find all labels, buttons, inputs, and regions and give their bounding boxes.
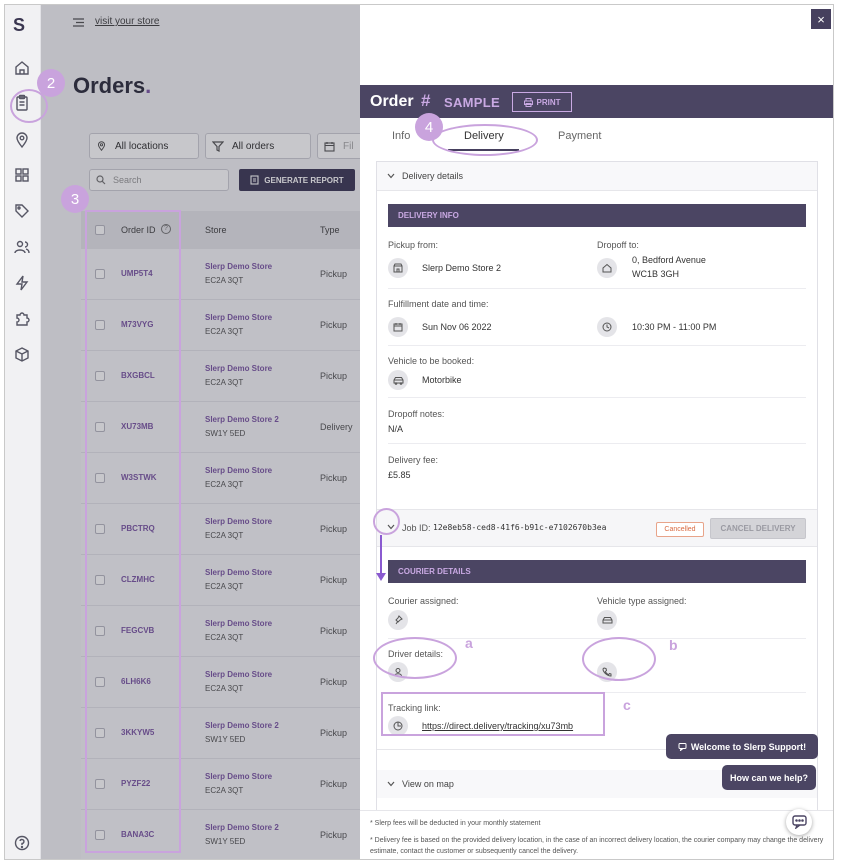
support-icon	[678, 742, 691, 751]
puzzle-icon[interactable]	[13, 310, 31, 328]
annotation-letter-b: b	[669, 637, 678, 653]
print-button[interactable]: PRINT	[512, 92, 572, 112]
divider	[388, 638, 806, 639]
print-label: PRINT	[536, 97, 561, 107]
order-title: Order	[370, 93, 414, 110]
tab-info[interactable]: Info	[392, 130, 410, 142]
annotation-letter-c: c	[623, 697, 631, 713]
delivery-fee-label: Delivery fee:	[388, 455, 439, 465]
car-icon	[597, 610, 617, 630]
job-id-value: 12e8eb58-ced8-41f6-b91c-e7102670b3ea	[433, 523, 607, 532]
chevron-down-icon	[387, 173, 402, 179]
printer-icon	[523, 97, 537, 107]
pickup-label: Pickup from:	[388, 240, 439, 250]
support-help-text: How can we help?	[729, 772, 808, 783]
tab-payment[interactable]: Payment	[558, 130, 601, 142]
pin-icon	[388, 610, 408, 630]
annotation-ring-delivery-tab	[432, 124, 538, 156]
fulfillment-label: Fulfillment date and time:	[388, 299, 489, 309]
annotation-marker-2: 2	[37, 69, 65, 97]
tag-icon[interactable]	[13, 202, 31, 220]
support-welcome-text: Welcome to Slerp Support!	[690, 741, 807, 752]
annotation-marker-3: 3	[61, 185, 89, 213]
close-icon: ×	[817, 11, 825, 27]
annotation-ring-job-chevron	[373, 508, 400, 535]
grid-icon[interactable]	[13, 166, 31, 184]
annotation-arrow	[380, 535, 382, 575]
delivery-details-toggle[interactable]: Delivery details	[377, 162, 817, 190]
job-id-label: Job ID:	[402, 523, 431, 533]
order-hash: #	[421, 91, 431, 110]
home-icon[interactable]	[13, 59, 31, 77]
delivery-fee-value: £5.85	[388, 470, 411, 480]
footer: * Slerp fees will be deducted in your mo…	[360, 810, 833, 859]
vehicle-type-label: Vehicle type assigned:	[597, 596, 687, 606]
divider	[388, 443, 806, 444]
pickup-value: Slerp Demo Store 2	[422, 263, 502, 273]
dropoff-label: Dropoff to:	[597, 240, 639, 250]
support-welcome-bubble[interactable]: Welcome to Slerp Support!	[666, 734, 818, 759]
box-icon[interactable]	[13, 346, 31, 364]
footnote-fees: * Slerp fees will be deducted in your mo…	[370, 820, 541, 827]
dropoff-notes-value: N/A	[388, 424, 404, 434]
courier-assigned-label: Courier assigned:	[388, 596, 459, 606]
dropoff-line2: WC1B 3GH	[632, 269, 680, 279]
vehicle-label: Vehicle to be booked:	[388, 356, 475, 366]
calendar-icon	[388, 317, 408, 337]
close-button[interactable]: ×	[811, 9, 831, 29]
clock-icon	[597, 317, 617, 337]
dropoff-notes-label: Dropoff notes:	[388, 409, 445, 419]
date-value: Sun Nov 06 2022	[422, 322, 492, 332]
order-number: SAMPLE	[444, 95, 500, 110]
store-icon	[388, 258, 408, 278]
vehicle-value: Motorbike	[422, 375, 462, 385]
location-pin-icon[interactable]	[13, 131, 31, 149]
chat-icon	[791, 815, 807, 829]
time-value: 10:30 PM - 11:00 PM	[632, 322, 717, 332]
divider	[388, 288, 806, 289]
lightning-icon[interactable]	[13, 274, 31, 292]
help-icon[interactable]	[13, 834, 31, 852]
slerp-logo[interactable]: S	[13, 15, 25, 36]
annotation-box-tracking-link	[381, 692, 605, 736]
chevron-down-icon	[387, 781, 402, 787]
vehicle-icon	[388, 370, 408, 390]
cancel-delivery-button[interactable]: CANCEL DELIVERY	[710, 518, 806, 539]
dropoff-line1: 0, Bedford Avenue	[632, 255, 706, 265]
users-icon[interactable]	[13, 238, 31, 256]
footnote-delivery: * Delivery fee is based on the provided …	[370, 837, 824, 855]
annotation-ring-phone	[582, 637, 656, 681]
job-bar: Job ID: 12e8eb58-ced8-41f6-b91c-e7102670…	[377, 509, 817, 547]
annotation-ring-driver-details	[373, 637, 457, 679]
support-help-bubble[interactable]: How can we help?	[722, 765, 816, 790]
status-badge: Cancelled	[656, 522, 704, 537]
annotation-marker-4: 4	[415, 113, 443, 141]
app-window: S visit your store Orders. All locations…	[4, 4, 834, 860]
home-icon	[597, 258, 617, 278]
annotation-letter-a: a	[465, 635, 473, 651]
view-on-map-label: View on map	[402, 779, 454, 789]
delivery-info-banner: DELIVERY INFO	[388, 204, 806, 227]
divider	[388, 345, 806, 346]
annotation-arrowhead	[376, 573, 386, 581]
annotation-box-order-ids	[85, 210, 181, 853]
delivery-details-label: Delivery details	[402, 171, 464, 181]
divider	[388, 397, 806, 398]
sidebar: S	[5, 5, 41, 859]
courier-details-banner: COURIER DETAILS	[388, 560, 806, 583]
chat-launcher-button[interactable]	[786, 809, 812, 835]
